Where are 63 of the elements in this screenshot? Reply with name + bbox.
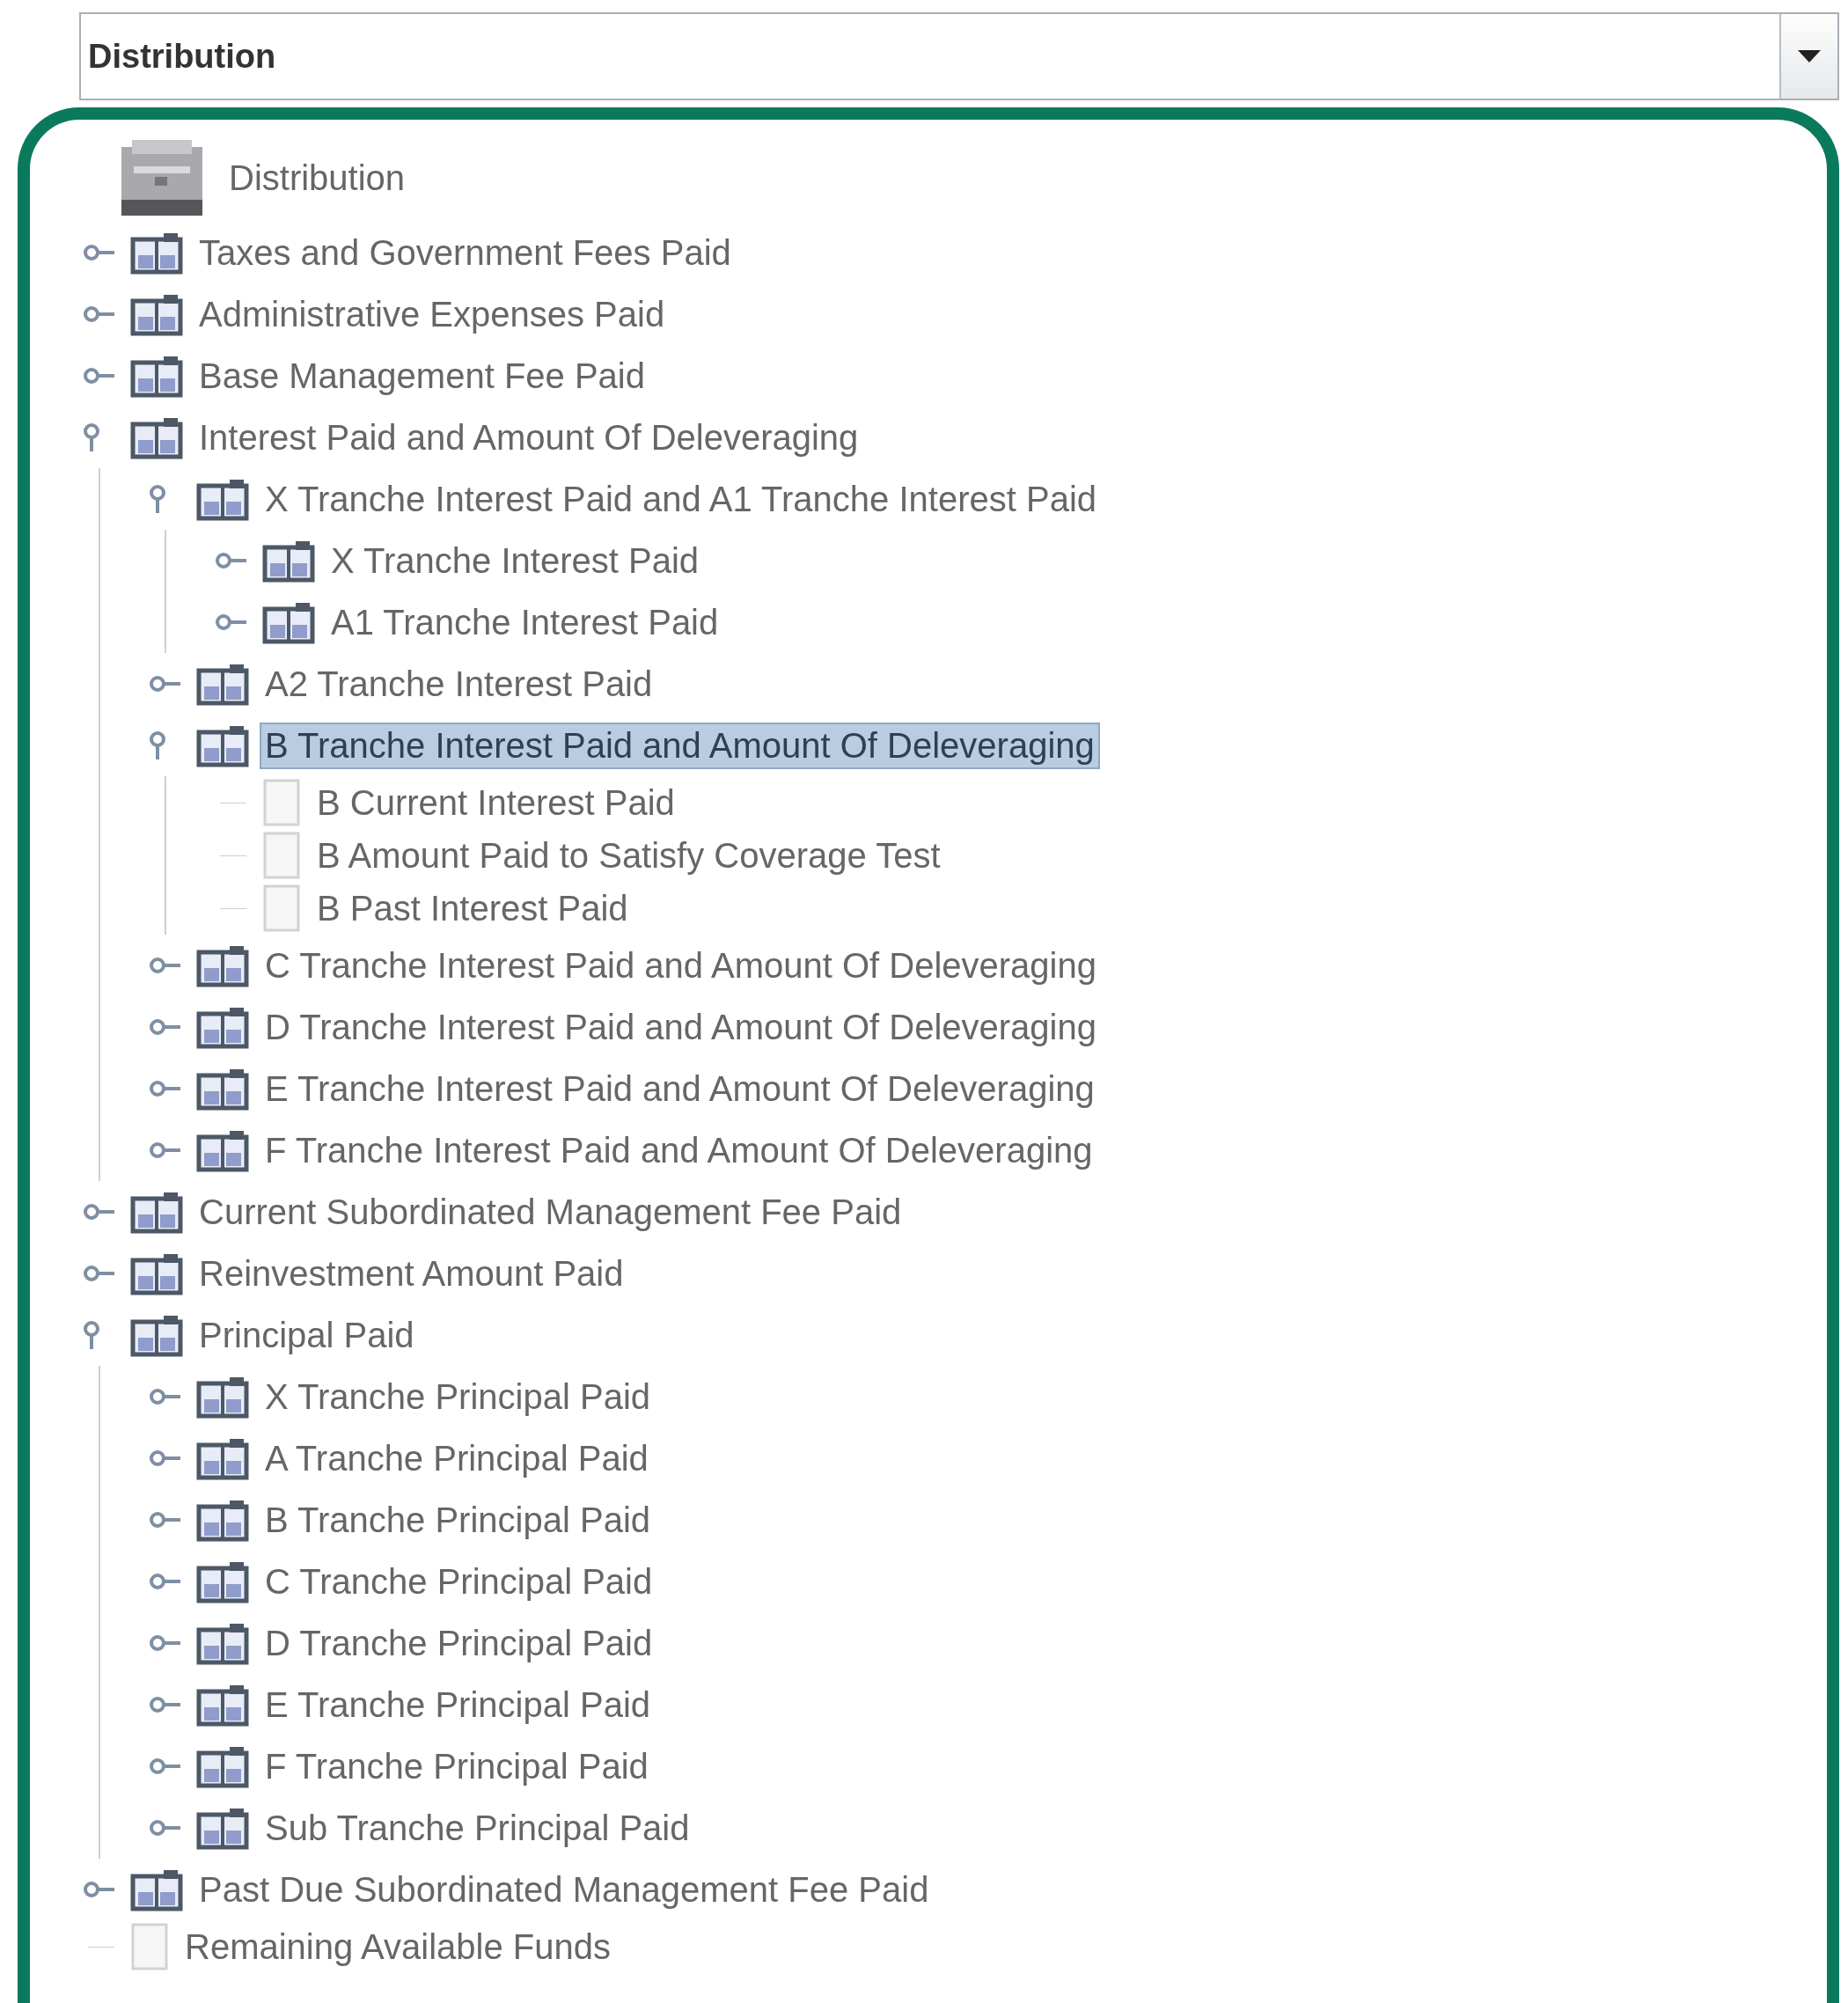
tree-item[interactable]: Sub Tranche Principal Paid: [260, 1804, 695, 1852]
panel-icon: [262, 539, 315, 583]
tree-item[interactable]: Administrative Expenses Paid: [194, 290, 671, 338]
panel-icon: [196, 1683, 249, 1727]
tree-item[interactable]: Reinvestment Amount Paid: [194, 1250, 629, 1297]
tree-item[interactable]: Current Subordinated Management Fee Paid: [194, 1188, 907, 1236]
page-icon: [262, 831, 301, 880]
panel-icon: [196, 723, 249, 767]
panel-icon: [196, 1128, 249, 1172]
tree-item[interactable]: C Tranche Principal Paid: [260, 1558, 658, 1605]
tree-item[interactable]: E Tranche Principal Paid: [260, 1681, 656, 1728]
toolbox-icon: [120, 138, 204, 217]
panel-icon: [130, 354, 183, 398]
panel-icon: [196, 1559, 249, 1603]
tree-item[interactable]: B Past Interest Paid: [312, 884, 634, 932]
tree-item[interactable]: Remaining Available Funds: [180, 1923, 616, 1970]
tree-item[interactable]: B Tranche Principal Paid: [260, 1496, 656, 1544]
tree-item[interactable]: Interest Paid and Amount Of Deleveraging: [194, 414, 864, 461]
panel-icon: [130, 1251, 183, 1295]
panel-icon: [130, 415, 183, 459]
page-icon: [262, 778, 301, 827]
tree-item[interactable]: C Tranche Interest Paid and Amount Of Deleveraging: [260, 942, 1102, 989]
tree-item[interactable]: Taxes and Government Fees Paid: [194, 229, 737, 276]
panel-icon: [130, 231, 183, 275]
panel-icon: [196, 943, 249, 987]
caret-icon: [1798, 50, 1821, 62]
distribution-dropdown[interactable]: Distribution: [79, 12, 1839, 100]
tree-item[interactable]: B Amount Paid to Satisfy Coverage Test: [312, 832, 946, 879]
page-icon: [130, 1922, 169, 1971]
panel-icon: [196, 1621, 249, 1665]
tree-item[interactable]: D Tranche Principal Paid: [260, 1619, 658, 1667]
page-icon: [262, 884, 301, 933]
tree-item[interactable]: D Tranche Interest Paid and Amount Of Deleveraging: [260, 1003, 1102, 1051]
panel-icon: [196, 1067, 249, 1111]
tree-item[interactable]: A2 Tranche Interest Paid: [260, 660, 658, 708]
tree-item[interactable]: X Tranche Interest Paid: [326, 537, 704, 584]
tree-item[interactable]: F Tranche Principal Paid: [260, 1743, 654, 1790]
panel-icon: [130, 1867, 183, 1911]
panel-icon: [262, 600, 315, 644]
tree-item[interactable]: Distribution: [224, 154, 411, 202]
panel-icon: [196, 662, 249, 706]
panel-icon: [130, 1313, 183, 1357]
tree-item[interactable]: B Current Interest Paid: [312, 779, 680, 826]
tree-item[interactable]: A Tranche Principal Paid: [260, 1434, 654, 1482]
tree-item[interactable]: X Tranche Interest Paid and A1 Tranche Interest Paid: [260, 475, 1103, 523]
tree-item[interactable]: F Tranche Interest Paid and Amount Of Deleveraging: [260, 1126, 1098, 1174]
panel-icon: [196, 1436, 249, 1480]
tree-item[interactable]: X Tranche Principal Paid: [260, 1373, 656, 1420]
tree-item[interactable]: Past Due Subordinated Management Fee Paid: [194, 1866, 935, 1913]
panel-icon: [196, 1005, 249, 1049]
panel-icon: [130, 1190, 183, 1234]
panel-icon: [130, 292, 183, 336]
tree-item[interactable]: E Tranche Interest Paid and Amount Of Deleveraging: [260, 1065, 1100, 1112]
panel-icon: [196, 1375, 249, 1419]
tree-item[interactable]: Principal Paid: [194, 1311, 420, 1359]
tree-item[interactable]: Base Management Fee Paid: [194, 352, 650, 400]
panel-icon: [196, 1744, 249, 1788]
tree-item[interactable]: B Tranche Interest Paid and Amount Of Deleveraging: [260, 722, 1100, 769]
panel-icon: [196, 477, 249, 521]
panel-icon: [196, 1806, 249, 1850]
tree-item[interactable]: A1 Tranche Interest Paid: [326, 598, 724, 646]
panel-icon: [196, 1498, 249, 1542]
dropdown-button[interactable]: [1779, 14, 1837, 99]
